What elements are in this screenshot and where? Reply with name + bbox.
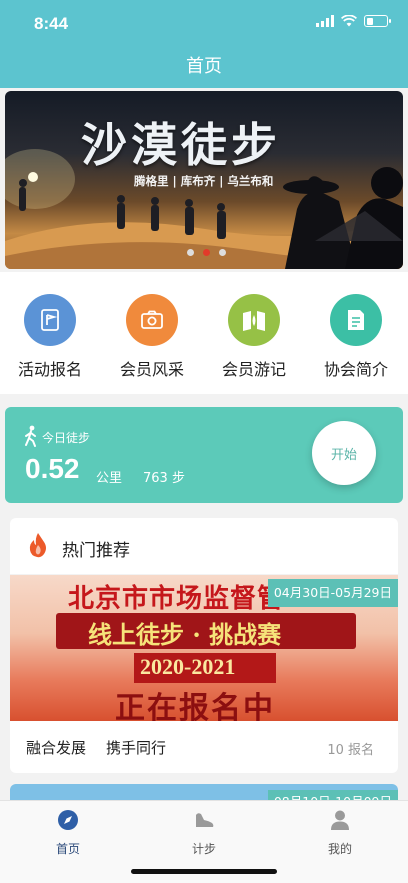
hot-section-header: 热门推荐 xyxy=(10,518,398,574)
person-icon xyxy=(331,810,349,830)
event-date-badge: 04月30日-05月29日 xyxy=(267,579,398,607)
poster-heading: 北京市市场监督管 xyxy=(68,584,285,614)
menu-item-association-intro[interactable]: 协会简介 xyxy=(308,294,404,380)
battery-icon xyxy=(364,15,391,27)
tab-label: 我的 xyxy=(327,842,352,856)
section-title: 热门推荐 xyxy=(62,541,130,561)
menu-item-activity-signup[interactable]: 活动报名 xyxy=(2,294,98,380)
steps-label: 今日徒步 xyxy=(42,431,91,445)
distance-unit: 公里 xyxy=(96,471,123,486)
tab-steps[interactable]: 计步 xyxy=(164,809,244,857)
document-icon xyxy=(330,294,382,346)
banner-title: 沙漠徒步 xyxy=(81,118,281,172)
walking-icon xyxy=(25,425,36,447)
carousel-dot[interactable] xyxy=(219,249,226,256)
camera-icon xyxy=(126,294,178,346)
shoe-icon xyxy=(196,813,214,827)
top-bar: 8:44 首页 xyxy=(0,0,408,88)
start-button[interactable]: 开始 xyxy=(312,421,376,485)
event-card-footer: 融合发展 携手同行 10 报名 xyxy=(10,721,398,773)
wifi-icon xyxy=(341,15,357,27)
menu-item-label: 会员游记 xyxy=(221,360,286,379)
event-card[interactable]: 北京市市场监督管 线上徒步 · 挑战赛 2020-2021 正在报名中 04月3… xyxy=(10,575,398,773)
quick-menu: 活动报名 会员风采 会员游记 协会简介 xyxy=(0,272,408,394)
menu-item-label: 会员风采 xyxy=(119,360,184,379)
compass-icon xyxy=(58,810,78,830)
banner-carousel[interactable]: 沙漠徒步 腾格里 | 库布齐 | 乌兰布和 xyxy=(5,91,403,269)
menu-item-member-gallery[interactable]: 会员风采 xyxy=(104,294,200,380)
flame-icon xyxy=(29,533,46,558)
signal-icon xyxy=(316,15,334,27)
home-indicator xyxy=(131,869,277,874)
travel-book-icon xyxy=(228,294,280,346)
status-time: 8:44 xyxy=(34,14,69,33)
tab-label: 计步 xyxy=(191,842,216,856)
menu-item-label: 协会简介 xyxy=(323,360,388,379)
poster-status: 正在报名中 xyxy=(115,691,275,721)
tab-profile[interactable]: 我的 xyxy=(300,809,380,857)
poster-subheading: 线上徒步 · 挑战赛 xyxy=(88,620,282,649)
carousel-dots xyxy=(187,249,226,256)
carousel-dot-active[interactable] xyxy=(203,249,210,256)
signup-count: 10 报名 xyxy=(327,743,374,758)
menu-item-travel-notes[interactable]: 会员游记 xyxy=(206,294,302,380)
event-tag: 融合发展 xyxy=(26,739,87,757)
carousel-dot[interactable] xyxy=(187,249,194,256)
distance-value: 0.52 xyxy=(25,453,80,484)
today-steps-card: 今日徒步 0.52 公里 763 步 开始 xyxy=(5,407,403,503)
status-bar: 8:44 xyxy=(0,0,408,46)
event-tag: 携手同行 xyxy=(106,739,167,757)
menu-item-label: 活动报名 xyxy=(17,360,82,379)
banner-subtitle: 腾格里 | 库布齐 | 乌兰布和 xyxy=(134,174,274,188)
step-count: 763 步 xyxy=(143,471,185,486)
tab-label: 首页 xyxy=(55,842,80,856)
poster-year: 2020-2021 xyxy=(140,654,236,679)
tab-home[interactable]: 首页 xyxy=(28,809,108,857)
status-icons xyxy=(316,15,391,27)
flag-doc-icon xyxy=(24,294,76,346)
page-title: 首页 xyxy=(186,56,222,77)
